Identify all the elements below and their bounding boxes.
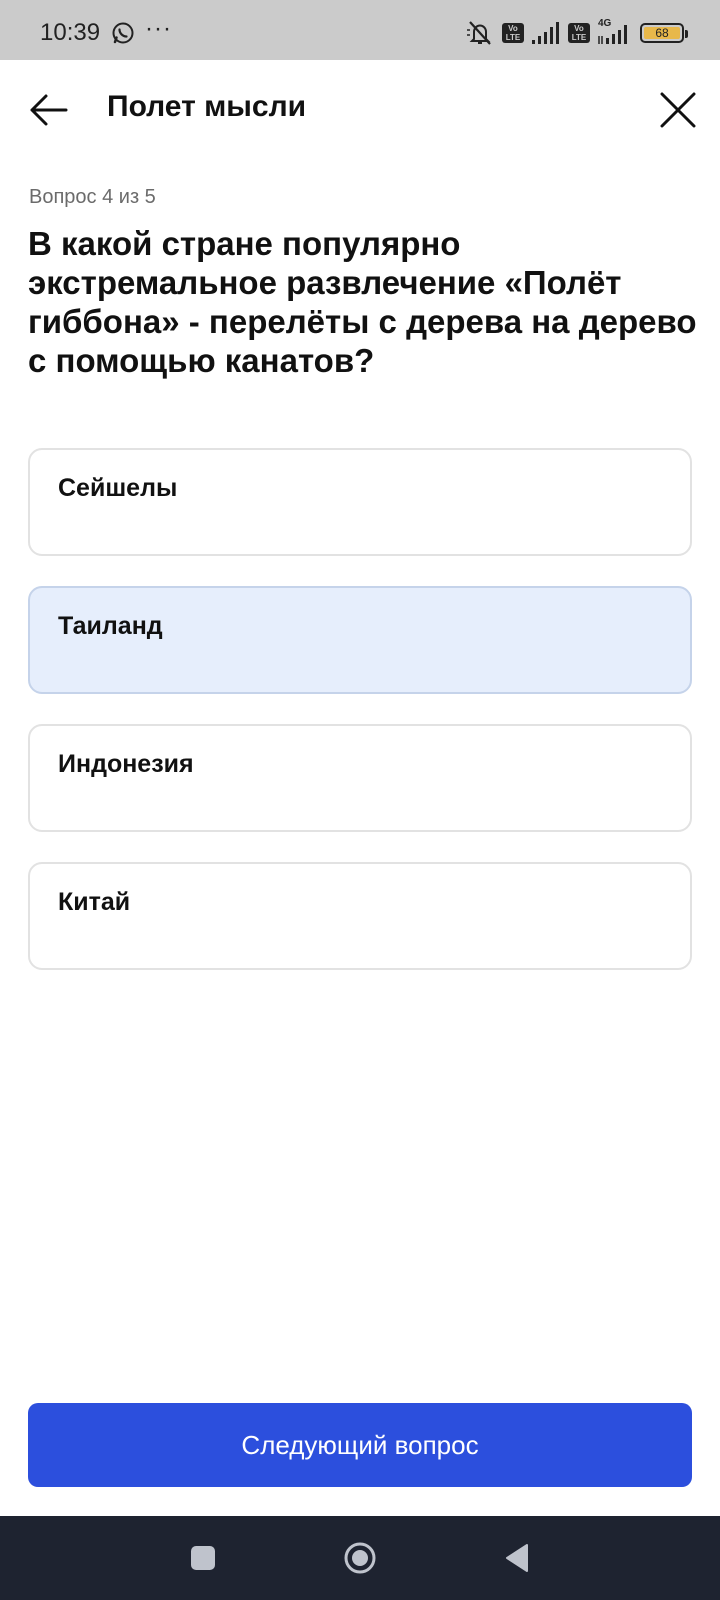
volte-icon: Vo LTE [502,23,524,43]
answer-options: Сейшелы Таиланд Индонезия Китай [28,448,692,1000]
home-icon[interactable] [343,1541,377,1575]
status-bar: 10:39 ··· Vo LTE Vo LTE 4G 68 [0,0,720,60]
battery-level: 68 [644,27,680,39]
answer-option[interactable]: Китай [28,862,692,970]
back-triangle-icon[interactable] [505,1543,529,1573]
answer-option-label: Индонезия [58,750,194,778]
answer-option-label: Таиланд [58,612,163,640]
next-question-button[interactable]: Следующий вопрос [28,1403,692,1487]
bell-muted-icon [467,21,491,45]
battery-icon: 68 [640,23,688,43]
answer-option-label: Китай [58,888,131,916]
recent-apps-icon[interactable] [191,1546,215,1570]
header: Полет мысли [0,60,720,160]
answer-option-label: Сейшелы [58,474,178,502]
page-title: Полет мысли [107,90,307,123]
answer-option[interactable]: Индонезия [28,724,692,832]
system-nav-bar [0,1516,720,1600]
close-icon[interactable] [656,88,700,132]
question-text: В какой стране популярно экстремальное р… [28,225,697,379]
answer-option[interactable]: Сейшелы [28,448,692,556]
more-notifications-icon: ··· [145,15,172,42]
question-progress: Вопрос 4 из 5 [29,186,156,208]
signal-bars-icon [532,22,559,44]
back-arrow-icon[interactable] [26,88,70,132]
volte-icon: Vo LTE [568,23,590,43]
status-time: 10:39 [40,19,101,46]
network-4g-icon: 4G [598,18,632,46]
whatsapp-icon [112,22,134,44]
answer-option-selected[interactable]: Таиланд [28,586,692,694]
